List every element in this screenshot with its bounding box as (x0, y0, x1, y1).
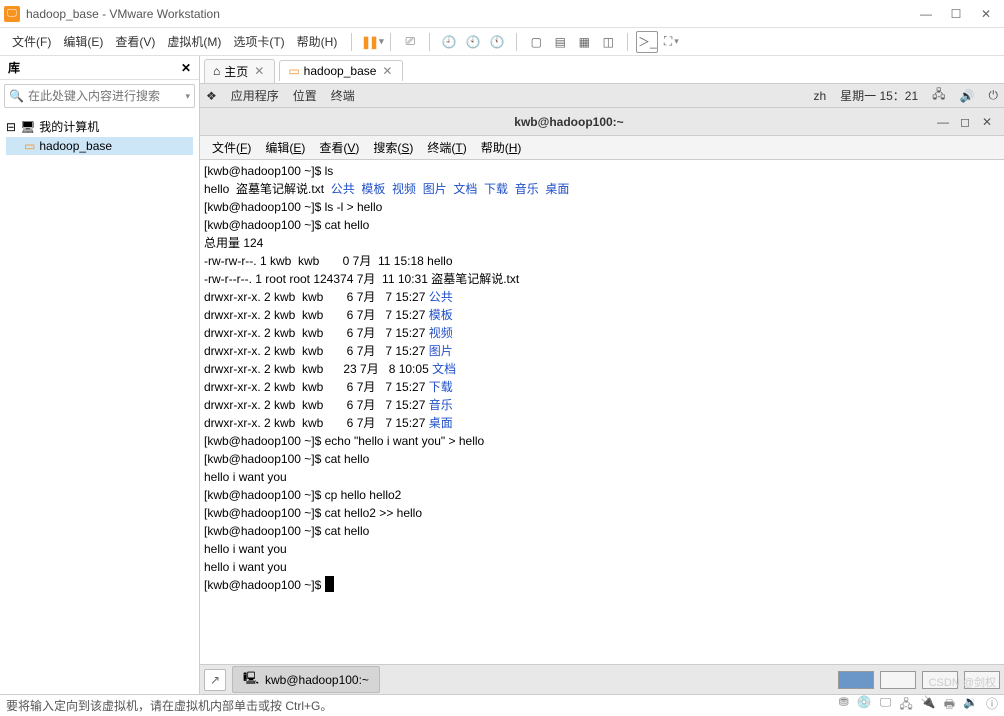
guest-taskbar: ↗ 🖳 kwb@hadoop100:~ (200, 664, 1004, 694)
revert-button[interactable]: 🕙 (462, 31, 484, 53)
sidebar-close-button[interactable]: ✕ (181, 61, 191, 75)
view-tabs-button[interactable]: ▤ (549, 31, 571, 53)
tab-label: 主页 (224, 63, 248, 80)
vm-icon: ▭ (24, 139, 35, 153)
cd-icon[interactable]: 💿 (857, 695, 872, 716)
nic-icon[interactable]: 🖧 (899, 695, 912, 716)
input-lang-indicator[interactable]: zh (813, 89, 826, 103)
gnome-menu-2[interactable]: 终端 (331, 89, 355, 103)
close-button[interactable]: ✕ (972, 4, 1000, 24)
window-titlebar: 🖵 hadoop_base - VMware Workstation ― ☐ ✕ (0, 0, 1004, 28)
terminal-minimize-button[interactable]: ― (932, 113, 954, 131)
separator (351, 33, 352, 51)
snapshot-button[interactable]: 🕘 (438, 31, 460, 53)
monitor-icon[interactable]: 🖵 (880, 695, 892, 716)
vm-tab-icon: ▭ (288, 64, 299, 78)
volume-icon[interactable]: 🔊 (960, 89, 975, 103)
workspace-3[interactable] (922, 671, 958, 689)
tab-label: hadoop_base (304, 64, 377, 78)
separator (516, 33, 517, 51)
sound-icon[interactable]: 🔉 (963, 695, 978, 716)
gnome-menu-0[interactable]: 应用程序 (231, 89, 279, 103)
computer-icon: 🖥 (20, 120, 35, 134)
terminal-titlebar[interactable]: kwb@hadoop100:~ ― ◻ ✕ (200, 108, 1004, 136)
menu-item-5[interactable]: 帮助(H) (291, 32, 344, 52)
power-icon[interactable]: ⏻ (989, 88, 999, 103)
app-menubar: 文件(F)编辑(E)查看(V)虚拟机(M)选项卡(T)帮助(H) ❚❚▾ ⎚ 🕘… (0, 28, 1004, 56)
menu-item-1[interactable]: 编辑(E) (57, 32, 109, 52)
separator (390, 33, 391, 51)
sidebar-header: 库 ✕ (0, 56, 199, 80)
workspace-4[interactable] (964, 671, 1000, 689)
terminal-task-icon: 🖳 (243, 669, 259, 690)
tree-root[interactable]: ⊟ 🖥 我的计算机 (6, 116, 193, 137)
network-icon[interactable]: 🖧 (932, 85, 945, 106)
show-desktop-button[interactable]: ↗ (204, 669, 226, 691)
menu-item-4[interactable]: 选项卡(T) (227, 32, 290, 52)
tab-1[interactable]: ▭ hadoop_base✕ (279, 60, 403, 81)
hdd-icon[interactable]: ⛃ (839, 695, 849, 716)
workspace-1[interactable] (838, 671, 874, 689)
app-statusbar: 要将输入定向到该虚拟机，请在虚拟机内部单击或按 Ctrl+G。 ⛃ 💿 🖵 🖧 … (0, 694, 1004, 716)
console-button[interactable]: ＞_ (636, 31, 658, 53)
terminal-output[interactable]: [kwb@hadoop100 ~]$ lshello 盗墓笔记解说.txt 公共… (200, 160, 1004, 664)
terminal-menu-0[interactable]: 文件(F) (206, 137, 257, 158)
clock-label[interactable]: 星期一 15：21 (840, 87, 918, 104)
vm-tree: ⊟ 🖥 我的计算机 ▭ hadoop_base (0, 112, 199, 159)
send-ctrl-alt-del-button[interactable]: ⎚ (399, 31, 421, 53)
terminal-menubar: 文件(F)编辑(E)查看(V)搜索(S)终端(T)帮助(H) (200, 136, 1004, 160)
terminal-cursor (325, 576, 334, 592)
view-single-button[interactable]: ▢ (525, 31, 547, 53)
printer-icon[interactable]: 🖶 (944, 695, 955, 716)
terminal-maximize-button[interactable]: ◻ (954, 113, 976, 131)
tabs-row: ⌂主页✕▭hadoop_base✕ (200, 56, 1004, 84)
tab-close-button[interactable]: ✕ (252, 64, 266, 78)
info-icon[interactable]: ⓘ (986, 695, 998, 716)
library-sidebar: 库 ✕ 🔍 ▾ ⊟ 🖥 我的计算机 ▭ hadoop_base (0, 56, 200, 694)
menu-item-2[interactable]: 查看(V) (109, 32, 161, 52)
search-box[interactable]: 🔍 ▾ (4, 84, 195, 108)
view-unity-button[interactable]: ◫ (597, 31, 619, 53)
menu-item-3[interactable]: 虚拟机(M) (161, 32, 227, 52)
tab-0[interactable]: ⌂ 主页 ✕ (204, 59, 275, 83)
activities-icon[interactable]: ❖ (206, 89, 217, 103)
status-hint: 要将输入定向到该虚拟机，请在虚拟机内部单击或按 Ctrl+G。 (6, 697, 332, 714)
expand-icon[interactable]: ⊟ (6, 120, 16, 134)
search-input[interactable] (28, 89, 184, 103)
terminal-title: kwb@hadoop100:~ (206, 115, 932, 129)
home-icon: ⌂ (213, 64, 220, 78)
workspace-2[interactable] (880, 671, 916, 689)
search-dropdown-icon[interactable]: ▾ (185, 91, 190, 102)
tree-root-label: 我的计算机 (39, 118, 99, 135)
view-grid-button[interactable]: ▦ (573, 31, 595, 53)
tab-close-button[interactable]: ✕ (380, 64, 394, 78)
separator (429, 33, 430, 51)
manage-snapshot-button[interactable]: 🕚 (486, 31, 508, 53)
terminal-close-button[interactable]: ✕ (976, 113, 998, 131)
search-icon: 🔍 (9, 89, 24, 103)
sidebar-title: 库 (8, 59, 20, 76)
status-device-icons: ⛃ 💿 🖵 🖧 🔌 🖶 🔉 ⓘ (839, 695, 998, 716)
separator (627, 33, 628, 51)
guest-top-panel: ❖ 应用程序位置终端 zh 星期一 15：21 🖧 🔊 ⏻ (200, 84, 1004, 108)
vmware-icon: 🖵 (4, 6, 20, 22)
usb-icon[interactable]: 🔌 (921, 695, 936, 716)
gnome-menu-1[interactable]: 位置 (293, 89, 317, 103)
tree-vm-label: hadoop_base (39, 139, 112, 153)
window-title: hadoop_base - VMware Workstation (26, 7, 912, 21)
maximize-button[interactable]: ☐ (942, 4, 970, 24)
terminal-menu-5[interactable]: 帮助(H) (475, 137, 528, 158)
minimize-button[interactable]: ― (912, 4, 940, 24)
terminal-menu-2[interactable]: 查看(V) (313, 137, 365, 158)
menu-item-0[interactable]: 文件(F) (6, 32, 57, 52)
tree-vm-item[interactable]: ▭ hadoop_base (6, 137, 193, 155)
fullscreen-button[interactable]: ⛶▾ (660, 31, 682, 53)
terminal-menu-1[interactable]: 编辑(E) (259, 137, 311, 158)
taskbar-terminal-item[interactable]: 🖳 kwb@hadoop100:~ (232, 666, 380, 693)
terminal-menu-3[interactable]: 搜索(S) (367, 137, 419, 158)
pause-vm-button[interactable]: ❚❚▾ (360, 31, 382, 53)
terminal-menu-4[interactable]: 终端(T) (421, 137, 472, 158)
taskbar-item-label: kwb@hadoop100:~ (265, 673, 369, 687)
content-area: ⌂主页✕▭hadoop_base✕ ❖ 应用程序位置终端 zh 星期一 15：2… (200, 56, 1004, 694)
